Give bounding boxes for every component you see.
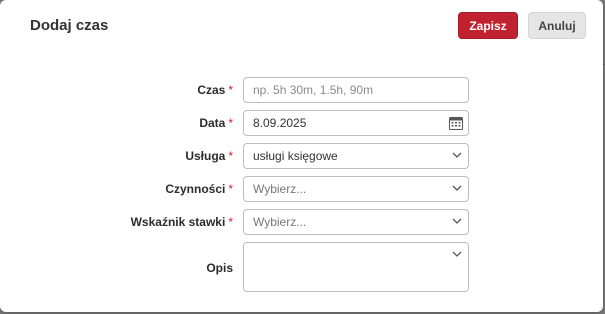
add-time-dialog: Dodaj czas Zapisz Anuluj Czas* Data* 8.0… bbox=[0, 0, 603, 312]
chevron-down-icon bbox=[452, 152, 462, 158]
service-label: Usługa * bbox=[185, 149, 233, 163]
required-marker: * bbox=[228, 116, 233, 130]
time-label: Czas * bbox=[197, 83, 233, 97]
date-label: Data * bbox=[199, 116, 233, 130]
time-input-wrapper bbox=[243, 77, 469, 103]
description-label: Opis bbox=[206, 261, 233, 275]
activities-label: Czynności * bbox=[165, 182, 233, 196]
required-marker: * bbox=[228, 83, 233, 97]
chevron-down-icon bbox=[452, 218, 462, 224]
service-value: usługi księgowe bbox=[253, 149, 338, 163]
activities-select[interactable]: Wybierz... bbox=[243, 176, 469, 202]
calendar-icon[interactable] bbox=[448, 115, 464, 131]
time-input[interactable] bbox=[253, 83, 443, 97]
rate-indicator-placeholder: Wybierz... bbox=[253, 215, 307, 229]
chevron-down-icon[interactable] bbox=[452, 251, 462, 258]
date-field[interactable]: 8.09.2025 bbox=[243, 110, 469, 136]
rate-indicator-label: Wskaźnik stawki * bbox=[130, 215, 233, 229]
required-marker: * bbox=[228, 149, 233, 163]
required-marker: * bbox=[228, 182, 233, 196]
service-select[interactable]: usługi księgowe bbox=[243, 143, 469, 169]
date-value: 8.09.2025 bbox=[253, 116, 307, 130]
activities-placeholder: Wybierz... bbox=[253, 182, 307, 196]
cancel-button[interactable]: Anuluj bbox=[528, 12, 586, 39]
chevron-down-icon bbox=[452, 185, 462, 191]
rate-indicator-select[interactable]: Wybierz... bbox=[243, 209, 469, 235]
required-marker: * bbox=[228, 215, 233, 229]
save-button[interactable]: Zapisz bbox=[458, 12, 518, 39]
dialog-title: Dodaj czas bbox=[30, 17, 109, 34]
description-textarea[interactable] bbox=[243, 242, 469, 292]
